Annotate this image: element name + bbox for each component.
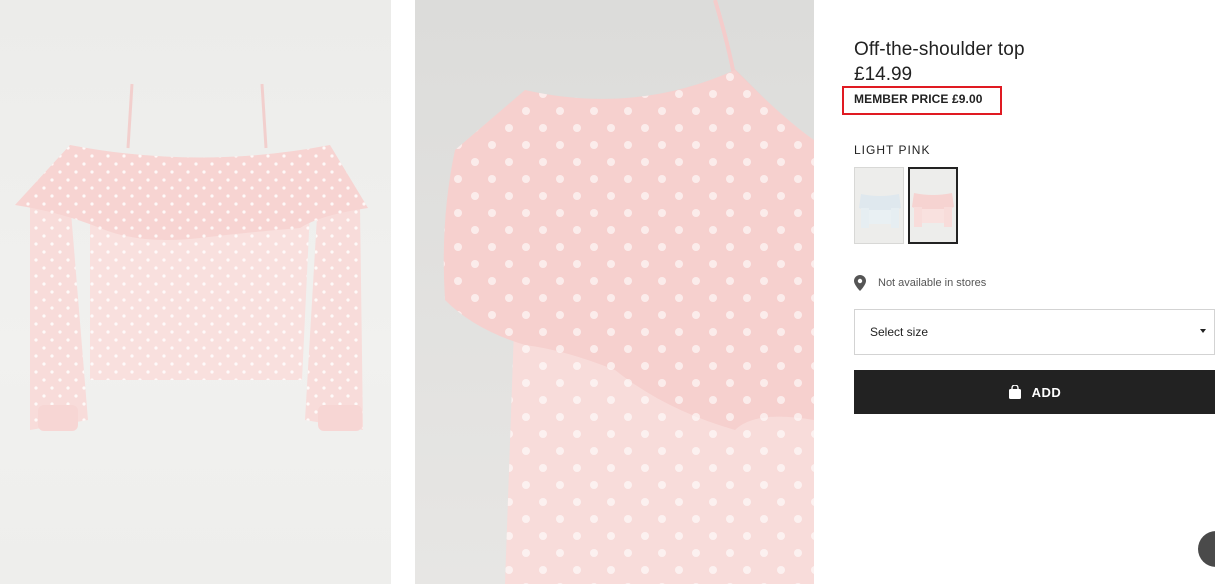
shopping-bag-icon <box>1008 385 1021 399</box>
product-title: Off-the-shoulder top <box>854 39 1025 60</box>
add-to-bag-button[interactable]: ADD <box>854 370 1215 414</box>
product-price: £14.99 <box>854 64 913 85</box>
swatch-thumbnail <box>859 194 901 228</box>
color-swatch-light-blue[interactable] <box>854 167 904 244</box>
size-select-label: Select size <box>870 325 929 339</box>
color-swatch-light-pink[interactable] <box>908 167 958 244</box>
color-label: LIGHT PINK <box>854 143 931 157</box>
swatch-thumbnail <box>912 193 954 227</box>
product-image-main[interactable] <box>0 0 391 584</box>
member-price-highlight <box>842 86 1002 115</box>
location-pin-icon <box>854 275 866 291</box>
top-illustration-closeup <box>443 0 814 584</box>
add-button-label: ADD <box>1031 384 1062 400</box>
store-availability: Not available in stores <box>854 275 986 291</box>
product-image-detail[interactable] <box>415 0 814 584</box>
availability-text: Not available in stores <box>878 277 987 289</box>
top-illustration-flat <box>15 83 368 431</box>
size-select[interactable]: Select size <box>854 309 1215 355</box>
caret-down-icon <box>1200 329 1206 333</box>
